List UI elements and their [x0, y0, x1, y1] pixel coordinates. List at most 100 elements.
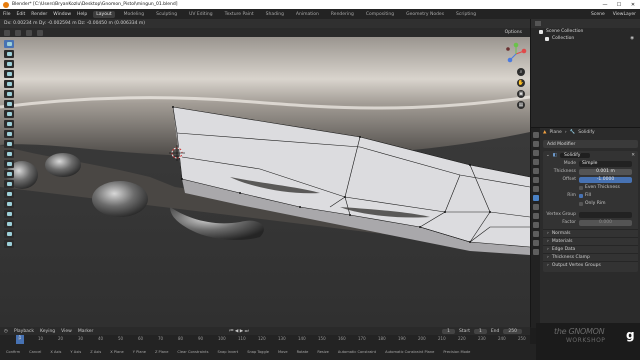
- tab-layout[interactable]: Layout: [93, 10, 115, 18]
- knife-tool[interactable]: [4, 170, 14, 178]
- subpanel-normals[interactable]: › Normals: [543, 229, 638, 237]
- tab-rendering[interactable]: Rendering: [328, 11, 357, 18]
- collapse-chevron-icon[interactable]: ⌄: [546, 153, 550, 158]
- add-modifier-button[interactable]: Add Modifier: [543, 140, 638, 148]
- menu-edit[interactable]: Edit: [17, 12, 26, 17]
- smooth-tool[interactable]: [4, 200, 14, 208]
- timeline-ruler[interactable]: 1 0 10 20 30 40 50 60 70 80 90 100 110 120 130 140 150 16…: [0, 335, 530, 344]
- options-dropdown[interactable]: Options: [505, 30, 522, 35]
- extrude-tool[interactable]: [4, 130, 14, 138]
- particles-tab-icon[interactable]: [532, 204, 539, 210]
- tab-animation[interactable]: Animation: [293, 11, 322, 18]
- tab-compositing[interactable]: Compositing: [363, 11, 397, 18]
- view-layer-tab-icon[interactable]: [532, 159, 539, 165]
- physics-tab-icon[interactable]: [532, 213, 539, 219]
- minimize-button[interactable]: —: [598, 0, 612, 9]
- tool-tab-icon[interactable]: [532, 132, 539, 138]
- annotate-tool[interactable]: [4, 100, 14, 108]
- even-thickness-checkbox[interactable]: Even Thickness: [579, 185, 620, 190]
- material-tab-icon[interactable]: [532, 240, 539, 246]
- loop-cut-tool[interactable]: [4, 160, 14, 168]
- rotate-tool[interactable]: [4, 70, 14, 78]
- inset-tool[interactable]: [4, 140, 14, 148]
- editor-type-icon[interactable]: [4, 29, 10, 36]
- end-frame-field[interactable]: 250: [503, 328, 522, 334]
- only-rim-checkbox[interactable]: Only Rim: [579, 201, 606, 206]
- bevel-tool[interactable]: [4, 150, 14, 158]
- data-tab-icon[interactable]: [532, 231, 539, 237]
- menu-marker[interactable]: Marker: [78, 329, 94, 334]
- maximize-button[interactable]: ☐: [612, 0, 626, 9]
- perspective-grid-icon[interactable]: ▦: [517, 101, 525, 109]
- camera-view-icon[interactable]: ▣: [517, 90, 525, 98]
- tab-shading[interactable]: Shading: [263, 11, 287, 18]
- render-tab-icon[interactable]: [532, 141, 539, 147]
- select-box-tool[interactable]: [4, 40, 14, 48]
- world-tab-icon[interactable]: [532, 177, 539, 183]
- navigation-gizmo[interactable]: [504, 42, 528, 66]
- current-frame-field[interactable]: 1: [442, 328, 455, 334]
- transform-tool[interactable]: [4, 90, 14, 98]
- tab-uv-editing[interactable]: UV Editing: [186, 11, 215, 18]
- texture-tab-icon[interactable]: [532, 249, 539, 255]
- menu-window[interactable]: Window: [53, 12, 71, 17]
- object-tab-icon[interactable]: [532, 186, 539, 192]
- start-frame-field[interactable]: 1: [473, 328, 487, 334]
- subpanel-materials[interactable]: › Materials: [543, 237, 638, 245]
- menu-keying[interactable]: Keying: [40, 329, 55, 334]
- poly-build-tool[interactable]: [4, 180, 14, 188]
- measure-tool[interactable]: [4, 110, 14, 118]
- tab-texture-paint[interactable]: Texture Paint: [222, 11, 257, 18]
- tab-sculpting[interactable]: Sculpting: [153, 11, 180, 18]
- shrink-fatten-tool[interactable]: [4, 220, 14, 228]
- 3d-viewport[interactable]: [0, 37, 530, 327]
- modifier-name-field[interactable]: Solidify: [560, 152, 591, 158]
- zoom-icon[interactable]: ⌕: [517, 68, 525, 76]
- offset-field[interactable]: -1.0000: [579, 176, 632, 183]
- playback-controls[interactable]: ⏮ ◀ ▶ ⏭: [229, 328, 248, 334]
- mode-dropdown[interactable]: Simple: [579, 160, 632, 167]
- thickness-field[interactable]: 0.001 m: [579, 168, 632, 175]
- tab-geometry-nodes[interactable]: Geometry Nodes: [403, 11, 447, 18]
- edge-slide-tool[interactable]: [4, 210, 14, 218]
- output-tab-icon[interactable]: [532, 150, 539, 156]
- menu-render[interactable]: Render: [31, 12, 47, 17]
- scale-tool[interactable]: [4, 80, 14, 88]
- rim-fill-checkbox[interactable]: Fill: [579, 193, 591, 198]
- factor-field[interactable]: 0.000: [579, 219, 632, 226]
- constraints-tab-icon[interactable]: [532, 222, 539, 228]
- select-mode-icon[interactable]: [15, 29, 21, 36]
- spin-tool[interactable]: [4, 190, 14, 198]
- subpanel-output-vertex-groups[interactable]: › Output Vertex Groups: [543, 261, 638, 269]
- pan-hand-icon[interactable]: ✋: [517, 79, 525, 87]
- view-layer-selector[interactable]: ViewLayer: [613, 12, 636, 17]
- tab-scripting[interactable]: Scripting: [453, 11, 479, 18]
- close-button[interactable]: ✕: [626, 0, 640, 9]
- outliner-row-scene-collection[interactable]: Scene Collection: [531, 28, 640, 35]
- modifier-close-icon[interactable]: ✕: [631, 153, 635, 158]
- timeline-editor-icon[interactable]: ◷: [4, 329, 8, 334]
- viewport-nav-buttons: ⌕ ✋ ▣ ▦: [517, 68, 525, 109]
- menu-view[interactable]: View: [61, 329, 72, 334]
- rip-tool[interactable]: [4, 240, 14, 248]
- shear-tool[interactable]: [4, 230, 14, 238]
- move-tool[interactable]: [4, 60, 14, 68]
- status-hint: Automatic Constraint Plane: [385, 350, 435, 354]
- scene-tab-icon[interactable]: [532, 168, 539, 174]
- modifier-wrench-icon[interactable]: [532, 195, 539, 201]
- subpanel-edge-data[interactable]: › Edge Data: [543, 245, 638, 253]
- menu-playback[interactable]: Playback: [14, 329, 34, 334]
- scene-selector[interactable]: Scene: [591, 12, 605, 17]
- outliner-type-icon[interactable]: [535, 21, 541, 26]
- add-cube-tool[interactable]: [4, 120, 14, 128]
- subpanel-thickness-clamp[interactable]: › Thickness Clamp: [543, 253, 638, 261]
- vertex-group-field[interactable]: [579, 211, 632, 218]
- cursor-tool[interactable]: [4, 50, 14, 58]
- outliner-row-collection[interactable]: Collection ◉: [531, 35, 640, 42]
- tab-modeling[interactable]: Modeling: [121, 11, 147, 18]
- visibility-eye-icon[interactable]: ◉: [630, 36, 634, 41]
- menu-help[interactable]: Help: [77, 12, 87, 17]
- snap-icon[interactable]: [26, 29, 32, 36]
- menu-file[interactable]: File: [3, 12, 11, 17]
- proportional-icon[interactable]: [37, 29, 43, 36]
